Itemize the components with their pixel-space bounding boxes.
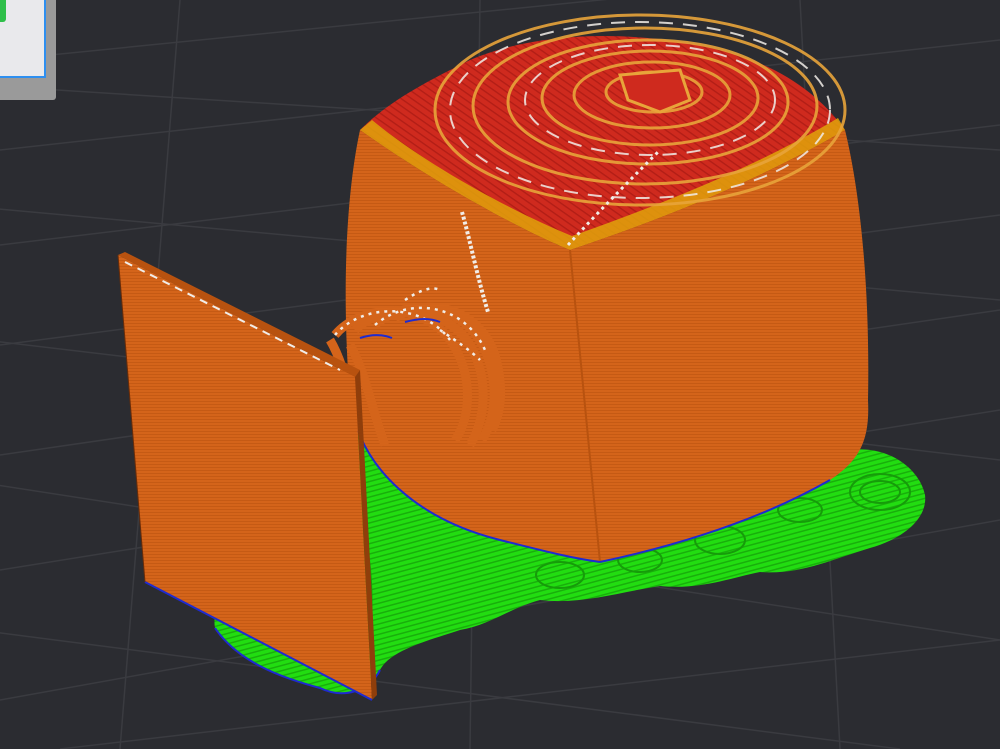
viewport-canvas[interactable] [0, 0, 1000, 749]
view-indicator [0, 0, 6, 22]
view-cube-icon[interactable] [0, 0, 46, 78]
view-cube-widget[interactable] [0, 0, 56, 100]
flat-panel-model[interactable] [117, 252, 377, 701]
rounded-cube-model[interactable] [345, 13, 869, 563]
3d-viewport[interactable] [0, 0, 1000, 749]
